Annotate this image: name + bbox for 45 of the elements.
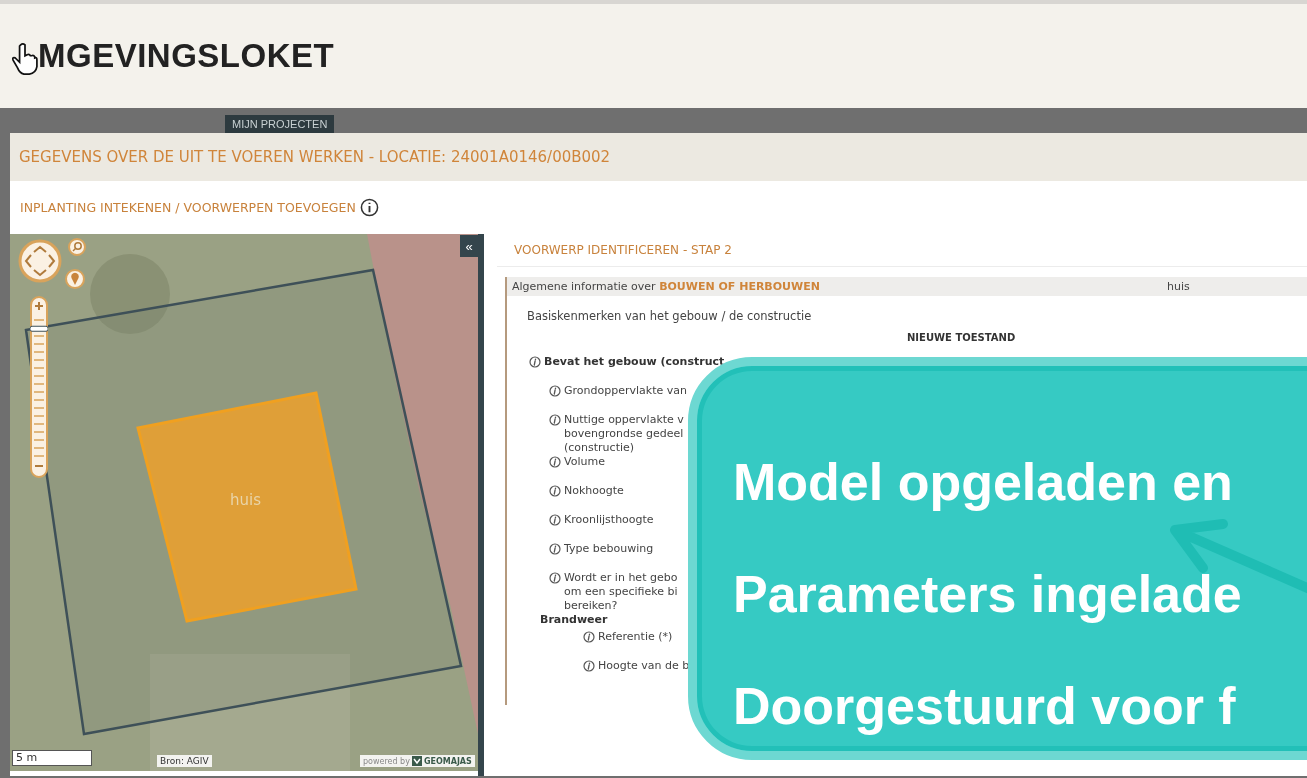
- info-icon[interactable]: [549, 543, 561, 555]
- field-label: Grondoppervlakte van: [564, 384, 687, 398]
- info-icon[interactable]: [583, 660, 595, 672]
- step-title: VOORWERP IDENTIFICEREN - STAP 2: [514, 243, 732, 257]
- field-label: Kroonlijsthoogte: [564, 513, 654, 527]
- object-name: huis: [1167, 280, 1190, 293]
- group-title: Basiskenmerken van het gebouw / de constructie: [527, 309, 813, 323]
- field-label: Type bebouwing: [564, 542, 654, 556]
- info-icon[interactable]: [549, 414, 561, 426]
- section-heading: Algemene informatie over BOUWEN OF HERBOUWEN: [512, 280, 821, 293]
- site-logo[interactable]: MGEVINGSLOKET: [38, 37, 335, 75]
- group-heading: Brandweer: [540, 613, 608, 627]
- info-icon[interactable]: [549, 572, 561, 584]
- field-label: Referentie (*): [598, 630, 673, 644]
- field-label: Nuttige oppervlakte v bovengrondse gedeel (constructie): [564, 413, 684, 455]
- brand-name: GEOMAJAS: [423, 756, 472, 766]
- section-title: INPLANTING INTEKENEN / VOORWERPEN TOEVOEGEN: [20, 200, 356, 215]
- info-icon[interactable]: [583, 631, 595, 643]
- hand-cursor-icon: [12, 42, 38, 76]
- caption-text: Doorgestuurd voor f: [733, 676, 1236, 737]
- zoom-search-icon[interactable]: [68, 238, 86, 256]
- field-label: Wordt er in het gebo om een specifieke bi bereiken?: [564, 571, 678, 613]
- map-source: Bron: AGIV: [157, 755, 212, 767]
- powered-by-badge[interactable]: powered by GEOMAJAS: [360, 755, 475, 767]
- info-icon[interactable]: [549, 514, 561, 526]
- info-icon[interactable]: [549, 485, 561, 497]
- info-icon[interactable]: [529, 356, 541, 368]
- field-label: Volume: [564, 455, 605, 469]
- info-icon[interactable]: [549, 385, 561, 397]
- brand-logo-icon: [411, 756, 422, 766]
- column-heading: NIEUWE TOESTAND: [907, 332, 1016, 343]
- feature-label: huis: [230, 491, 261, 509]
- field-label: Nokhoogte: [564, 484, 624, 498]
- scale-bar: 5 m: [12, 750, 92, 766]
- dialog-title: GEGEVENS OVER DE UIT TE VOEREN WERKEN - LOCATIE: 24001A0146/00B002: [19, 148, 611, 166]
- question-label: Bevat het gebouw (construct: [544, 355, 725, 369]
- pan-control-icon[interactable]: [18, 239, 62, 283]
- zoom-slider[interactable]: [30, 296, 48, 478]
- caption-text: Parameters ingelade: [733, 564, 1242, 625]
- caption-text: Model opgeladen en: [733, 452, 1233, 513]
- powered-by-text: powered by: [363, 756, 410, 766]
- info-icon[interactable]: [549, 456, 561, 468]
- info-icon[interactable]: [359, 198, 379, 217]
- collapse-button[interactable]: «: [460, 235, 478, 257]
- my-projects-button[interactable]: MIJN PROJECTEN: [225, 115, 335, 133]
